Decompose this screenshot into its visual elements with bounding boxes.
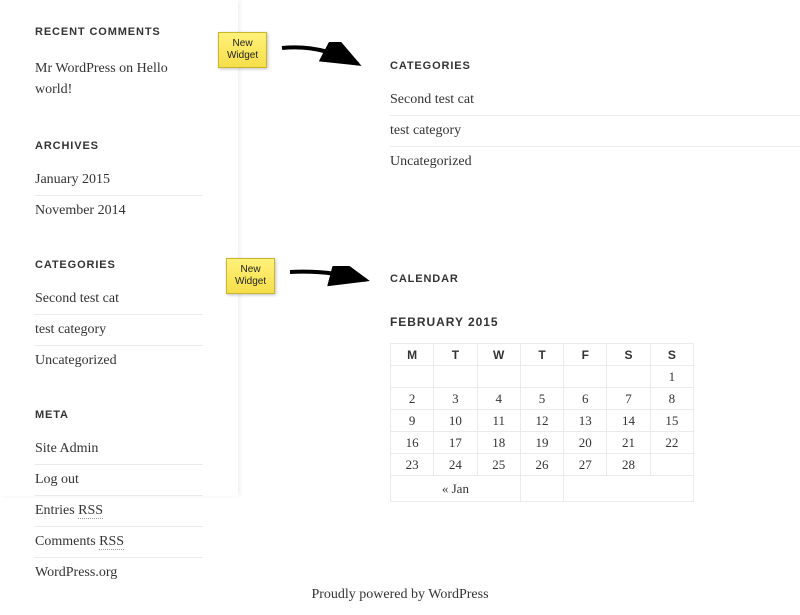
calendar-day[interactable]: 2 <box>391 388 434 410</box>
calendar-weekday: W <box>477 344 520 366</box>
calendar-day[interactable]: 17 <box>434 432 477 454</box>
recent-comments-widget: RECENT COMMENTS Mr WordPress on Hello wo… <box>35 26 203 100</box>
calendar-row: 16171819202122 <box>391 432 694 454</box>
calendar-title: CALENDAR <box>390 273 800 285</box>
calendar-day[interactable]: 5 <box>520 388 563 410</box>
calendar-row: 1 <box>391 366 694 388</box>
calendar-row: 9101112131415 <box>391 410 694 432</box>
calendar-weekday: M <box>391 344 434 366</box>
calendar-weekday: S <box>607 344 650 366</box>
calendar-day[interactable]: 24 <box>434 454 477 476</box>
calendar-day[interactable]: 25 <box>477 454 520 476</box>
categories-title: CATEGORIES <box>35 259 203 271</box>
calendar-foot-pad <box>564 476 694 502</box>
comment-on-text: on <box>116 61 137 76</box>
category-link[interactable]: test category <box>390 123 461 138</box>
meta-widget: META Site Admin Log out Entries RSS Comm… <box>35 409 203 581</box>
calendar-day[interactable]: 22 <box>650 432 693 454</box>
category-link[interactable]: Uncategorized <box>390 154 472 169</box>
meta-logout-link[interactable]: Log out <box>35 472 79 487</box>
calendar-day[interactable]: 28 <box>607 454 650 476</box>
meta-entries-text: Entries <box>35 503 78 518</box>
calendar-prev-link[interactable]: « Jan <box>442 481 469 496</box>
meta-comments-rss-text: RSS <box>99 534 124 550</box>
recent-comment-item: Mr WordPress on Hello world! <box>35 58 203 100</box>
archive-link[interactable]: January 2015 <box>35 172 110 187</box>
archive-link[interactable]: November 2014 <box>35 203 126 218</box>
calendar-day[interactable]: 18 <box>477 432 520 454</box>
calendar-day[interactable]: 4 <box>477 388 520 410</box>
calendar-day <box>477 366 520 388</box>
category-link[interactable]: Second test cat <box>35 291 119 306</box>
calendar-day[interactable]: 6 <box>564 388 607 410</box>
calendar-caption: FEBRUARY 2015 <box>390 305 800 343</box>
calendar-row: 232425262728 <box>391 454 694 476</box>
main-categories-title: CATEGORIES <box>390 60 800 72</box>
calendar-foot-pad <box>520 476 563 502</box>
footer: Proudly powered by WordPress <box>0 587 800 603</box>
comment-author-link[interactable]: Mr WordPress <box>35 61 116 76</box>
calendar-day[interactable]: 13 <box>564 410 607 432</box>
calendar-day <box>650 454 693 476</box>
calendar-day[interactable]: 3 <box>434 388 477 410</box>
calendar-weekday: T <box>434 344 477 366</box>
recent-comments-title: RECENT COMMENTS <box>35 26 203 38</box>
category-link[interactable]: test category <box>35 322 106 337</box>
meta-comments-rss-link[interactable]: Comments RSS <box>35 534 124 550</box>
archives-widget: ARCHIVES January 2015 November 2014 <box>35 140 203 219</box>
calendar-table: M T W T F S S 12345678910111213141516171… <box>390 343 694 502</box>
callout-note: New Widget <box>218 32 267 68</box>
calendar-day[interactable]: 27 <box>564 454 607 476</box>
category-link[interactable]: Uncategorized <box>35 353 117 368</box>
calendar-weekday: S <box>650 344 693 366</box>
footer-wordpress-link[interactable]: Proudly powered by WordPress <box>311 587 488 602</box>
callout-note: New Widget <box>226 258 275 294</box>
main-content: CATEGORIES Second test cat test category… <box>290 0 800 542</box>
main-categories-widget: CATEGORIES Second test cat test category… <box>390 60 800 177</box>
calendar-day <box>607 366 650 388</box>
archives-title: ARCHIVES <box>35 140 203 152</box>
calendar-day[interactable]: 16 <box>391 432 434 454</box>
meta-comments-text: Comments <box>35 534 99 549</box>
calendar-widget: CALENDAR FEBRUARY 2015 M T W T F S S 123… <box>390 273 800 502</box>
calendar-day[interactable]: 11 <box>477 410 520 432</box>
calendar-row: 2345678 <box>391 388 694 410</box>
calendar-day <box>520 366 563 388</box>
meta-title: META <box>35 409 203 421</box>
calendar-day[interactable]: 1 <box>650 366 693 388</box>
calendar-day <box>564 366 607 388</box>
calendar-day[interactable]: 7 <box>607 388 650 410</box>
calendar-day[interactable]: 14 <box>607 410 650 432</box>
calendar-weekday-row: M T W T F S S <box>391 344 694 366</box>
calendar-day[interactable]: 20 <box>564 432 607 454</box>
calendar-day[interactable]: 12 <box>520 410 563 432</box>
meta-site-admin-link[interactable]: Site Admin <box>35 441 98 456</box>
calendar-day[interactable]: 9 <box>391 410 434 432</box>
calendar-weekday: F <box>564 344 607 366</box>
calendar-day[interactable]: 15 <box>650 410 693 432</box>
left-sidebar: RECENT COMMENTS Mr WordPress on Hello wo… <box>0 0 238 496</box>
calendar-day[interactable]: 23 <box>391 454 434 476</box>
category-link[interactable]: Second test cat <box>390 92 474 107</box>
calendar-day[interactable]: 8 <box>650 388 693 410</box>
meta-wporg-link[interactable]: WordPress.org <box>35 565 117 580</box>
calendar-day[interactable]: 21 <box>607 432 650 454</box>
meta-entries-rss-link[interactable]: Entries RSS <box>35 503 103 519</box>
calendar-day[interactable]: 10 <box>434 410 477 432</box>
calendar-weekday: T <box>520 344 563 366</box>
meta-entries-rss-text: RSS <box>78 503 103 519</box>
calendar-day[interactable]: 26 <box>520 454 563 476</box>
categories-widget: CATEGORIES Second test cat test category… <box>35 259 203 369</box>
calendar-day <box>391 366 434 388</box>
calendar-day <box>434 366 477 388</box>
calendar-day[interactable]: 19 <box>520 432 563 454</box>
